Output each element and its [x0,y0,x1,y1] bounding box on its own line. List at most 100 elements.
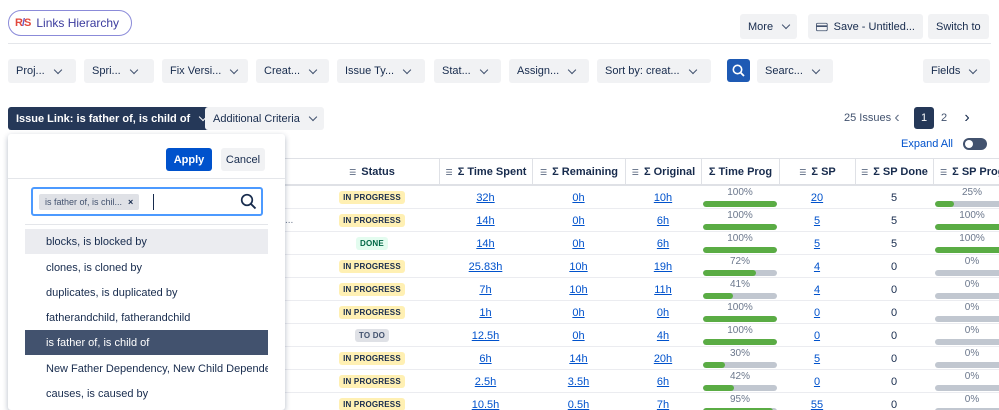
link-type-search-input[interactable]: is father of, is chil... × [31,187,263,216]
remaining-link[interactable]: 3.5h [568,376,589,388]
option-is-father-of[interactable]: is father of, is child of [25,330,268,355]
sp-cell: 4 [779,255,855,278]
more-button[interactable]: More [740,14,798,39]
col-header-time-spent[interactable]: ☰ Σ Time Spent [439,159,532,185]
issue-link-filter[interactable]: Issue Link: is father of, is child of [8,107,215,130]
time-spent-link[interactable]: 10.5h [472,399,500,410]
option-fatherandchild[interactable]: fatherandchild, fatherandchild [25,305,268,330]
remaining-link[interactable]: 14h [569,353,587,365]
original-link[interactable]: 20h [654,353,672,365]
option-duplicates[interactable]: duplicates, is duplicated by [25,280,268,305]
remaining-link[interactable]: 0h [572,330,584,342]
original-link[interactable]: 7h [657,399,669,410]
sp-done-cell: 5 [855,186,933,209]
col-header-sp-done[interactable]: ☰ Σ SP Done [855,159,933,185]
table-row: IN PROGRESS 6h 14h 20h 30% 5 0 0% [285,347,999,370]
status-cell: IN PROGRESS [305,393,439,410]
time-progress-bar: 100% [701,301,779,324]
filter-created[interactable]: Creat... [256,59,329,83]
sort-by-dropdown[interactable]: Sort by: creat... [597,59,711,83]
sp-progress-bar: 100% [933,232,999,255]
sp-link[interactable]: 0 [814,307,820,319]
filter-assignee[interactable]: Assign... [509,59,589,83]
filter-issue-type[interactable]: Issue Ty... [337,59,425,83]
prev-page-button[interactable]: ‹ [890,107,904,129]
sp-link[interactable]: 4 [814,284,820,296]
time-spent-link[interactable]: 32h [476,192,494,204]
cancel-button[interactable]: Cancel [221,148,265,171]
sp-link[interactable]: 5 [814,238,820,250]
filter-sprint[interactable]: Spri... [84,59,154,83]
remaining-link[interactable]: 0h [572,238,584,250]
option-new-father-dependency[interactable]: New Father Dependency, New Child Depende… [25,356,268,381]
col-header-sp[interactable]: ☰ Σ SP [779,159,855,185]
time-progress-fill [703,201,777,207]
original-link[interactable]: 0h [657,307,669,319]
col-header-time-prog[interactable]: Σ Time Prog [701,159,779,185]
original-link[interactable]: 6h [657,238,669,250]
time-spent-link[interactable]: 12.5h [472,330,500,342]
original-link[interactable]: 6h [657,215,669,227]
filter-status[interactable]: Stat... [434,59,501,83]
fields-button[interactable]: Fields [923,59,990,83]
search-button[interactable] [727,59,750,82]
remaining-link[interactable]: 0h [572,307,584,319]
apply-button[interactable]: Apply [166,148,212,171]
time-spent-link[interactable]: 2.5h [475,376,496,388]
expand-all-link[interactable]: Expand All [901,138,953,150]
header-divider [8,43,991,44]
option-blocks[interactable]: blocks, is blocked by [25,229,268,254]
sp-link[interactable]: 20 [811,192,823,204]
original-link[interactable]: 19h [654,261,672,273]
original-link[interactable]: 4h [657,330,669,342]
time-spent-link[interactable]: 14h [476,215,494,227]
remaining-link[interactable]: 0h [572,192,584,204]
sp-link[interactable]: 0 [814,376,820,388]
search-dropdown[interactable]: Searc... [757,59,833,83]
time-spent-link[interactable]: 1h [479,307,491,319]
sp-link[interactable]: 4 [814,261,820,273]
original-link[interactable]: 10h [654,192,672,204]
sp-cell: 20 [779,186,855,209]
expand-toggle[interactable] [963,138,987,150]
col-header-remaining[interactable]: ☰ Σ Remaining [532,159,625,185]
next-page-button[interactable]: › [960,107,974,129]
sp-link[interactable]: 0 [814,330,820,342]
switch-to-button[interactable]: Switch to [928,14,989,39]
remaining-link[interactable]: 10h [569,284,587,296]
original-link[interactable]: 6h [657,376,669,388]
app-title-pill[interactable]: R/S Links Hierarchy [8,10,133,36]
save-button[interactable]: Save - Untitled... [808,14,923,39]
col-header-sp-prog[interactable]: ☰Σ SP Prog [933,159,999,185]
chevron-down-icon [811,65,821,74]
time-progress-bar: 42% [701,370,779,393]
original-link[interactable]: 11h [654,284,672,296]
col-header-status[interactable]: ☰ Status [305,159,439,185]
filter-fix-version[interactable]: Fix Versi... [162,59,248,83]
option-causes[interactable]: causes, is caused by [25,381,268,406]
page-2-button[interactable]: 2 [937,107,951,129]
remaining-link[interactable]: 10h [569,261,587,273]
time-spent-link[interactable]: 6h [479,353,491,365]
additional-criteria-button[interactable]: Additional Criteria [205,107,324,130]
remaining-link[interactable]: 0.5h [568,399,589,410]
sort-icon: ☰ [349,167,356,177]
page-1-button[interactable]: 1 [914,107,934,129]
original-cell: 7h [625,393,701,410]
table-row: IN PROGRESS 32h 0h 10h 100% 20 5 25% [285,186,999,209]
time-spent-link[interactable]: 14h [476,238,494,250]
sp-progress-track [935,224,999,230]
sp-cell: 0 [779,370,855,393]
time-spent-link[interactable]: 25.83h [469,261,503,273]
time-progress-track [703,293,777,299]
filter-project[interactable]: Proj... [8,59,76,83]
remaining-link[interactable]: 0h [572,215,584,227]
col-header-original[interactable]: ☰ Σ Original [625,159,701,185]
sp-link[interactable]: 55 [811,399,823,410]
time-spent-link[interactable]: 7h [479,284,491,296]
option-clones[interactable]: clones, is cloned by [25,255,268,280]
sp-link[interactable]: 5 [814,215,820,227]
sp-link[interactable]: 5 [814,353,820,365]
time-progress-track [703,385,777,391]
chip-remove-icon[interactable]: × [128,197,133,207]
